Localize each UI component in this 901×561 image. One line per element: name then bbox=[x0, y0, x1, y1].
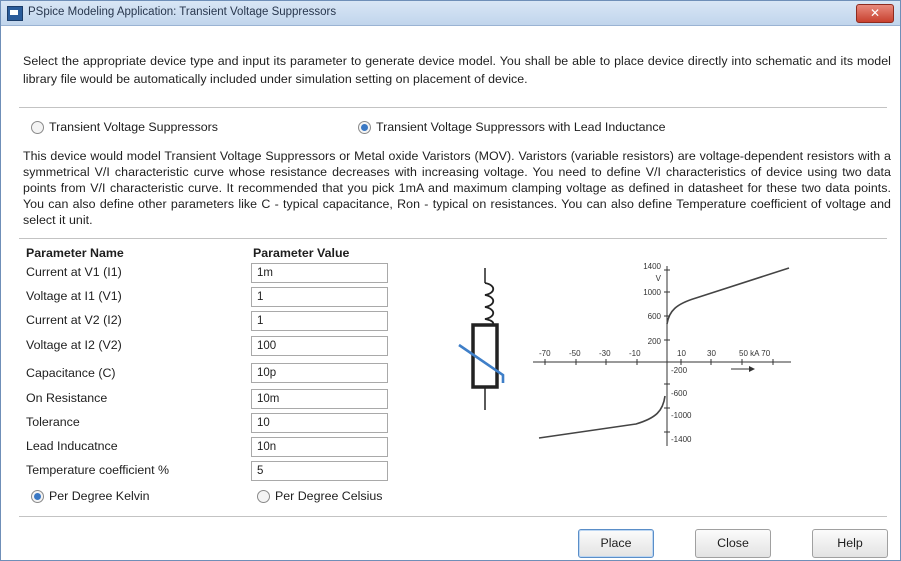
radio-tvs-lead-inductance-label: Transient Voltage Suppressors with Lead … bbox=[376, 120, 666, 134]
title-bar[interactable]: PSpice Modeling Application: Transient V… bbox=[1, 1, 900, 26]
parameter-value-header: Parameter Value bbox=[253, 246, 350, 260]
radio-kelvin-label: Per Degree Kelvin bbox=[49, 489, 150, 503]
y-tick-label: 1000 bbox=[643, 288, 661, 297]
x-tick-label: -50 bbox=[569, 349, 581, 358]
x-tick-label: 50 kA 70 bbox=[739, 349, 771, 358]
y-tick-label: -200 bbox=[671, 366, 688, 375]
separator-top bbox=[19, 107, 887, 108]
param-label-voltage-i2: Voltage at I2 (V2) bbox=[26, 338, 122, 352]
param-label-tolerance: Tolerance bbox=[26, 415, 80, 429]
y-tick-label: 1400 bbox=[643, 262, 661, 271]
x-tick-label: 30 bbox=[707, 349, 716, 358]
help-button[interactable]: Help bbox=[812, 529, 888, 558]
voltage-i1-input[interactable] bbox=[251, 287, 388, 307]
radio-celsius-indicator[interactable] bbox=[257, 489, 270, 503]
radio-kelvin-indicator[interactable] bbox=[31, 489, 44, 503]
radio-per-degree-celsius[interactable]: Per Degree Celsius bbox=[257, 489, 382, 503]
param-label-lead-inductance: Lead Inducatnce bbox=[26, 439, 118, 453]
vi-characteristic-chart: 1400 V 1000 600 200 -200 -600 -1000 -140… bbox=[533, 262, 791, 446]
y-tick-label: -600 bbox=[671, 389, 688, 398]
separator-bottom bbox=[19, 516, 887, 517]
dialog-window: PSpice Modeling Application: Transient V… bbox=[0, 0, 901, 561]
radio-per-degree-kelvin[interactable]: Per Degree Kelvin bbox=[31, 489, 150, 503]
close-icon[interactable]: ✕ bbox=[856, 4, 894, 23]
capacitance-input[interactable] bbox=[251, 363, 388, 383]
device-description: This device would model Transient Voltag… bbox=[23, 149, 891, 227]
separator-middle bbox=[19, 238, 887, 239]
param-label-on-resistance: On Resistance bbox=[26, 391, 108, 405]
current-v1-input[interactable] bbox=[251, 263, 388, 283]
parameter-name-header: Parameter Name bbox=[26, 246, 124, 260]
radio-tvs-label: Transient Voltage Suppressors bbox=[49, 120, 218, 134]
app-icon bbox=[7, 6, 23, 21]
y-tick-label: 200 bbox=[648, 337, 662, 346]
y-tick-label: 600 bbox=[648, 312, 662, 321]
current-v2-input[interactable] bbox=[251, 311, 388, 331]
on-resistance-input[interactable] bbox=[251, 389, 388, 409]
x-tick-label: 10 bbox=[677, 349, 686, 358]
window-title: PSpice Modeling Application: Transient V… bbox=[28, 6, 337, 18]
radio-tvs-lead-inductance-indicator[interactable] bbox=[358, 120, 371, 134]
param-label-voltage-i1: Voltage at I1 (V1) bbox=[26, 289, 122, 303]
temp-coefficient-input[interactable] bbox=[251, 461, 388, 481]
intro-text: Select the appropriate device type and i… bbox=[23, 54, 891, 86]
x-tick-label: -30 bbox=[599, 349, 611, 358]
x-tick-label: -10 bbox=[629, 349, 641, 358]
radio-celsius-label: Per Degree Celsius bbox=[275, 489, 383, 503]
param-label-current-v1: Current at V1 (I1) bbox=[26, 265, 122, 279]
radio-tvs-lead-inductance[interactable]: Transient Voltage Suppressors with Lead … bbox=[358, 120, 666, 134]
voltage-i2-input[interactable] bbox=[251, 336, 388, 356]
close-button[interactable]: Close bbox=[695, 529, 771, 558]
place-button[interactable]: Place bbox=[578, 529, 654, 558]
lead-inductance-input[interactable] bbox=[251, 437, 388, 457]
param-label-temp-coefficient: Temperature coefficient % bbox=[26, 463, 170, 477]
param-label-capacitance: Capacitance (C) bbox=[26, 366, 116, 380]
radio-tvs-indicator[interactable] bbox=[31, 120, 44, 134]
x-tick-label: -70 bbox=[539, 349, 551, 358]
tolerance-input[interactable] bbox=[251, 413, 388, 433]
param-label-current-v2: Current at V2 (I2) bbox=[26, 313, 122, 327]
y-axis-label: V bbox=[656, 274, 662, 283]
tvs-symbol-icon bbox=[458, 268, 505, 410]
y-tick-label: -1400 bbox=[671, 435, 692, 444]
radio-tvs[interactable]: Transient Voltage Suppressors bbox=[31, 120, 218, 134]
y-tick-label: -1000 bbox=[671, 411, 692, 420]
